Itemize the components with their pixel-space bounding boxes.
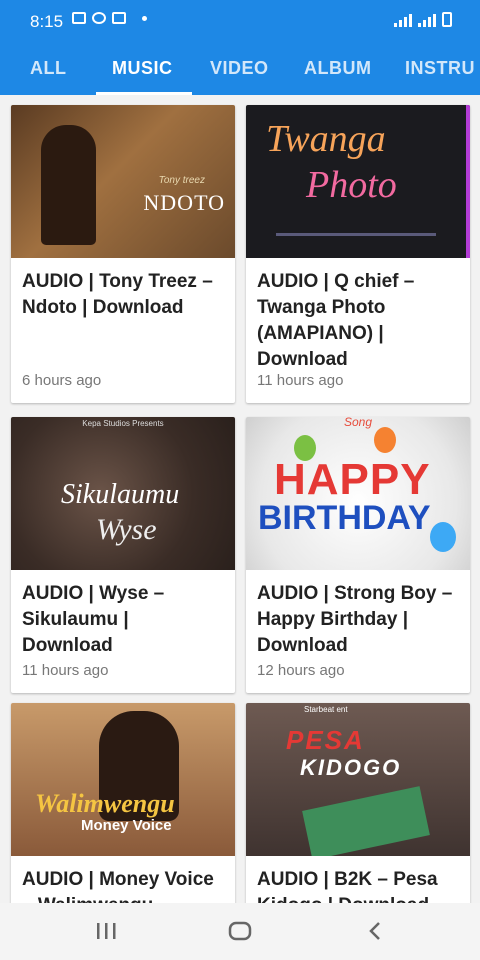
tab-all[interactable]: ALL bbox=[30, 58, 67, 79]
post-thumbnail[interactable]: Twanga Photo bbox=[246, 105, 470, 258]
post-card[interactable]: Kepa Studios Presents Sikulaumu Wyse AUD… bbox=[11, 417, 235, 693]
post-card[interactable]: Walimwengu Money Voice AUDIO | Money Voi… bbox=[11, 703, 235, 905]
missed-call-icon bbox=[92, 12, 106, 24]
post-title[interactable]: AUDIO | Strong Boy – Happy Birthday | Do… bbox=[257, 581, 459, 659]
thumbnail-artist: Wyse bbox=[96, 513, 157, 546]
post-time: 11 hours ago bbox=[257, 372, 344, 389]
post-title[interactable]: AUDIO | Wyse – Sikulaumu | Download bbox=[22, 581, 224, 659]
signal-icon bbox=[394, 14, 412, 27]
post-thumbnail[interactable]: Song HAPPY BIRTHDAY bbox=[246, 417, 470, 570]
thumbnail-title: PESA bbox=[286, 725, 365, 755]
tab-album[interactable]: ALBUM bbox=[304, 58, 372, 79]
post-thumbnail[interactable]: Starbeat ent PESA KIDOGO bbox=[246, 703, 470, 856]
home-icon[interactable] bbox=[228, 921, 252, 946]
more-notifications-icon bbox=[142, 15, 147, 21]
thumbnail-title: HAPPY bbox=[274, 455, 431, 504]
money-graphic bbox=[302, 786, 430, 856]
post-title[interactable]: AUDIO | Tony Treez – Ndoto | Download bbox=[22, 269, 224, 321]
system-navigation-bar bbox=[0, 903, 480, 960]
thumbnail-artist: Tony treez bbox=[158, 175, 205, 186]
post-thumbnail[interactable]: NDOTO Tony treez bbox=[11, 105, 235, 258]
gallery-icon bbox=[72, 12, 86, 24]
post-grid: NDOTO Tony treez AUDIO | Tony Treez – Nd… bbox=[0, 95, 480, 905]
status-time: 8:15 bbox=[30, 12, 64, 31]
post-card[interactable]: NDOTO Tony treez AUDIO | Tony Treez – Nd… bbox=[11, 105, 235, 403]
thumbnail-credits-line bbox=[276, 233, 436, 236]
thumbnail-topline: Starbeat ent bbox=[304, 705, 348, 714]
thumbnail-subtitle: Photo bbox=[306, 164, 397, 206]
post-title[interactable]: AUDIO | Q chief – Twanga Photo (AMAPIANO… bbox=[257, 269, 459, 373]
thumbnail-title: Sikulaumu bbox=[61, 479, 180, 510]
thumbnail-subtitle: KIDOGO bbox=[300, 755, 402, 780]
artist-figure bbox=[41, 125, 96, 245]
system-icons bbox=[394, 12, 452, 27]
thumbnail-title: NDOTO bbox=[143, 190, 225, 215]
thumbnail-subtitle: BIRTHDAY bbox=[258, 499, 431, 537]
battery-icon bbox=[442, 12, 452, 27]
tab-music[interactable]: MUSIC bbox=[112, 58, 173, 79]
tab-instrumental[interactable]: INSTRU bbox=[405, 58, 475, 79]
balloon-icon bbox=[430, 522, 456, 552]
voicemail-icon bbox=[112, 12, 126, 24]
post-title[interactable]: AUDIO | B2K – Pesa Kidogo | Download bbox=[257, 867, 459, 905]
balloon-icon bbox=[374, 427, 396, 453]
thumbnail-title: Walimwengu bbox=[35, 789, 175, 818]
thumbnail-title: Twanga bbox=[266, 118, 386, 160]
post-title[interactable]: AUDIO | Money Voice – Walimwengu bbox=[22, 867, 224, 905]
signal-icon-2 bbox=[418, 14, 436, 27]
thumbnail-topline: Song bbox=[343, 417, 373, 429]
back-icon[interactable] bbox=[364, 921, 388, 946]
tab-video[interactable]: VIDEO bbox=[210, 58, 269, 79]
category-tabs: ALL MUSIC VIDEO ALBUM INSTRU bbox=[0, 38, 480, 95]
post-card[interactable]: Starbeat ent PESA KIDOGO AUDIO | B2K – P… bbox=[246, 703, 470, 905]
recents-icon[interactable] bbox=[94, 921, 118, 946]
post-time: 12 hours ago bbox=[257, 662, 345, 679]
post-card[interactable]: Song HAPPY BIRTHDAY AUDIO | Strong Boy –… bbox=[246, 417, 470, 693]
post-thumbnail[interactable]: Walimwengu Money Voice bbox=[11, 703, 235, 856]
thumbnail-artist: Money Voice bbox=[81, 817, 172, 834]
notification-icons bbox=[72, 12, 147, 24]
thumbnail-topline: Kepa Studios Presents bbox=[82, 419, 164, 428]
status-bar: 8:15 bbox=[0, 0, 480, 38]
post-card[interactable]: Twanga Photo AUDIO | Q chief – Twanga Ph… bbox=[246, 105, 470, 403]
post-time: 6 hours ago bbox=[22, 372, 102, 389]
post-thumbnail[interactable]: Kepa Studios Presents Sikulaumu Wyse bbox=[11, 417, 235, 570]
post-time: 11 hours ago bbox=[22, 662, 109, 679]
